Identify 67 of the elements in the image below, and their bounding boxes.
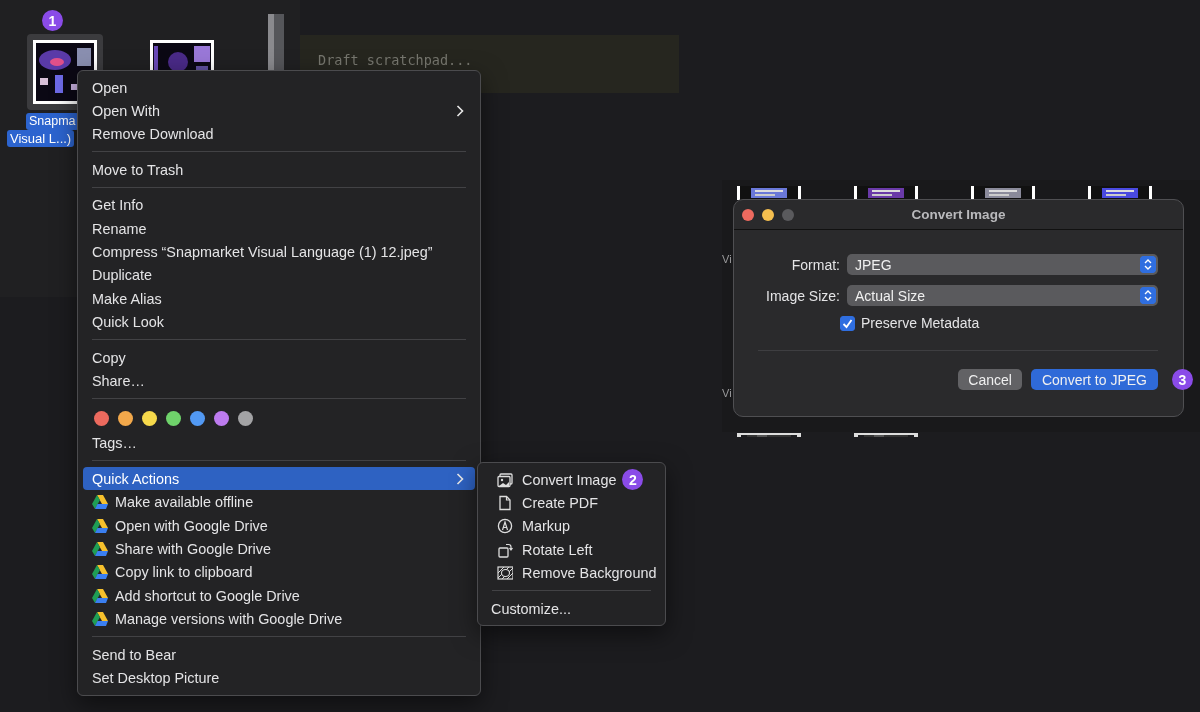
tag-color-dot[interactable] [118, 410, 133, 426]
checkmark-icon [842, 317, 853, 329]
menu-item[interactable]: Send to Bear [83, 642, 475, 667]
menu-item[interactable]: Get Info [83, 193, 475, 217]
tag-color-dot[interactable] [142, 410, 157, 426]
menu-item[interactable]: Open with Google Drive [83, 513, 475, 538]
menu-item[interactable]: Open With [83, 99, 475, 123]
chevron-icon [456, 472, 464, 485]
convert-button[interactable]: Convert to JPEG [1030, 369, 1158, 390]
menu-item[interactable]: Rotate Left [483, 538, 660, 562]
menu-item[interactable]: Quick Look [83, 310, 475, 334]
photos-icon [497, 471, 513, 488]
menu-item[interactable]: Set Desktop Picture [83, 666, 475, 690]
menu-item[interactable]: Copy [83, 345, 475, 370]
field-label: Format: [790, 256, 841, 273]
menu-item[interactable]: Markup [483, 514, 660, 539]
field-label: Image Size: [765, 287, 841, 304]
menu-item[interactable]: Move to Trash [83, 158, 475, 182]
menu-item[interactable]: Share with Google Drive [83, 537, 475, 561]
menu-item[interactable]: Make Alias [83, 287, 475, 311]
stepper-icon [1140, 287, 1156, 304]
tag-color-dot[interactable] [190, 410, 205, 426]
document-icon [497, 495, 513, 512]
stepper-icon [1140, 256, 1156, 273]
rotate-icon [497, 541, 513, 558]
tag-color-dot[interactable] [94, 410, 109, 426]
cancel-button[interactable]: Cancel [958, 369, 1022, 390]
menu-item[interactable]: Customize... [483, 596, 660, 621]
menu-item[interactable]: Make available offline [83, 490, 475, 514]
minimize-button[interactable] [762, 208, 774, 221]
menu-item[interactable]: Rename [83, 216, 475, 241]
tag-color-dot[interactable] [166, 410, 181, 426]
menu-item[interactable]: Add shortcut to Google Drive [83, 584, 475, 608]
checkbox-label: Preserve Metadata [861, 315, 980, 331]
number-badge: 1 [42, 10, 63, 31]
window-title: Convert Image [910, 207, 1007, 222]
menu-item[interactable]: Manage versions with Google Drive [83, 607, 475, 631]
menu-item[interactable]: Create PDF [483, 491, 660, 515]
menu-item[interactable]: Duplicate [83, 263, 475, 288]
chevron-icon [456, 105, 464, 118]
close-button[interactable] [742, 208, 754, 221]
menu-item[interactable]: Copy link to clipboard [83, 560, 475, 585]
menu-item[interactable]: Compress “Snapmarket Visual Language (1) 12.jpeg” [83, 240, 475, 264]
menu-item[interactable]: Quick Actions [83, 467, 475, 491]
striped-image-icon [497, 565, 513, 582]
triangle-logo-icon [92, 494, 108, 511]
file-name[interactable]: Visual L...) [7, 130, 75, 147]
triangle-logo-icon [92, 564, 108, 581]
triangle-logo-icon [92, 540, 108, 557]
triangle-logo-icon [92, 517, 108, 534]
menu-item[interactable]: Share… [83, 369, 475, 393]
menu-item[interactable]: Tags… [83, 431, 475, 456]
file-name[interactable]: Snapma [26, 113, 79, 130]
dropdown[interactable]: Actual Size [847, 285, 1158, 306]
tag-color-dot[interactable] [238, 410, 253, 426]
triangle-logo-icon [92, 611, 108, 628]
menu-item[interactable]: Remove Background [483, 561, 660, 585]
number-badge: 2 [622, 469, 644, 491]
file-name[interactable]: Vi [722, 387, 732, 399]
pen-circle-icon [497, 518, 513, 535]
dropdown[interactable]: JPEG [847, 254, 1158, 275]
menu-item[interactable]: Remove Download [83, 122, 475, 147]
tag-color-dot[interactable] [214, 410, 229, 426]
triangle-logo-icon [92, 587, 108, 604]
menu-item[interactable]: Convert Image 2 [483, 468, 660, 492]
file-name[interactable]: Vi [722, 253, 732, 265]
checkbox[interactable] [840, 315, 855, 331]
